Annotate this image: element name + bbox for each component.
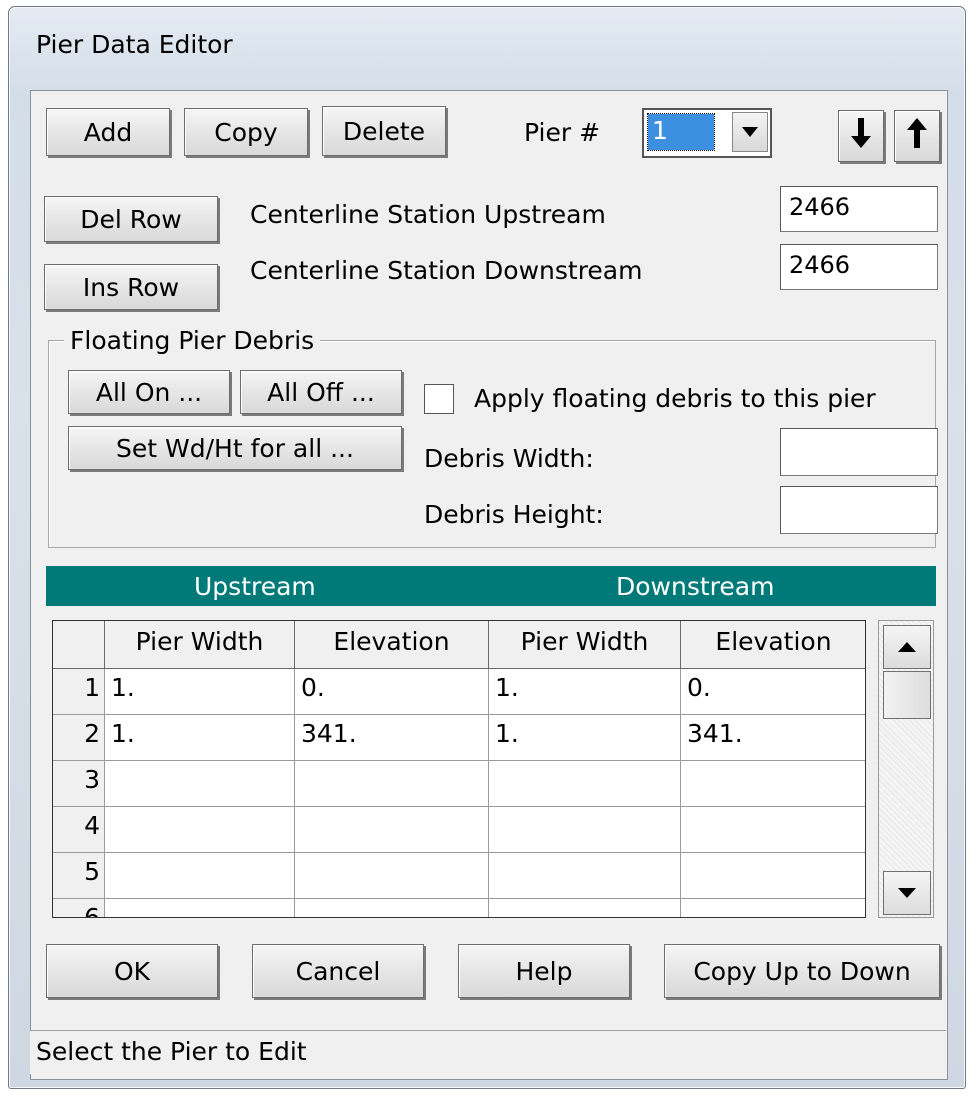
table-cell[interactable] [105, 761, 295, 807]
table-cell[interactable] [295, 899, 489, 917]
table-cell[interactable]: 1. [105, 715, 295, 761]
row-header[interactable]: 3 [53, 761, 105, 807]
table-cell[interactable] [681, 899, 865, 917]
scroll-thumb[interactable] [883, 671, 931, 719]
debris-width-field[interactable] [780, 428, 938, 476]
all-on-button[interactable]: All On ... [68, 370, 230, 414]
row-header[interactable]: 5 [53, 853, 105, 899]
table-cell[interactable] [489, 761, 681, 807]
centerline-upstream-field[interactable]: 2466 [780, 186, 938, 232]
row-header[interactable]: 4 [53, 807, 105, 853]
table-cell[interactable]: 1. [105, 669, 295, 715]
row-header[interactable]: 2 [53, 715, 105, 761]
status-bar: Select the Pier to Edit [30, 1030, 946, 1074]
table-cell[interactable] [105, 899, 295, 917]
table-cell[interactable]: 341. [295, 715, 489, 761]
copy-up-to-down-button[interactable]: Copy Up to Down [664, 944, 940, 998]
triangle-up-icon [898, 642, 916, 652]
debris-height-field[interactable] [780, 486, 938, 534]
table-cell[interactable] [295, 761, 489, 807]
delete-button[interactable]: Delete [322, 106, 446, 156]
set-wd-ht-for-all-button[interactable]: Set Wd/Ht for all ... [68, 426, 402, 470]
arrow-up-icon [906, 118, 928, 154]
apply-floating-debris-label: Apply floating debris to this pier [474, 384, 876, 413]
upstream-downstream-header: Upstream Downstream [46, 566, 936, 606]
add-button[interactable]: Add [46, 108, 170, 156]
centerline-downstream-label: Centerline Station Downstream [250, 256, 643, 285]
cancel-button[interactable]: Cancel [252, 944, 424, 998]
pier-data-table: Pier Width Elevation Pier Width Elevation 1 1… [52, 620, 866, 918]
table-scrollbar[interactable] [878, 620, 934, 918]
move-up-button[interactable] [894, 110, 940, 162]
column-header[interactable]: Pier Width [105, 621, 295, 669]
table-cell[interactable] [489, 899, 681, 917]
pier-number-label: Pier # [524, 118, 601, 147]
floating-pier-debris-title: Floating Pier Debris [64, 326, 321, 355]
table-cell[interactable]: 1. [489, 669, 681, 715]
ok-button[interactable]: OK [46, 944, 218, 998]
all-off-button[interactable]: All Off ... [240, 370, 402, 414]
column-header[interactable]: Elevation [295, 621, 489, 669]
table-cell[interactable] [681, 761, 865, 807]
table-cell[interactable] [105, 807, 295, 853]
table-cell[interactable] [295, 807, 489, 853]
scroll-down-button[interactable] [883, 871, 931, 915]
table-cell[interactable]: 341. [681, 715, 865, 761]
table-cell[interactable] [681, 807, 865, 853]
table-cell[interactable] [489, 807, 681, 853]
downstream-band-label: Downstream [616, 572, 775, 601]
row-header[interactable]: 1 [53, 669, 105, 715]
table-cell[interactable] [681, 853, 865, 899]
copy-button[interactable]: Copy [184, 108, 308, 156]
row-header[interactable]: 6 [53, 899, 105, 917]
table-cell[interactable] [489, 853, 681, 899]
table-cell[interactable]: 1. [489, 715, 681, 761]
pier-number-selected: 1 [647, 113, 715, 151]
debris-width-label: Debris Width: [424, 444, 594, 473]
pier-number-dropdown[interactable]: 1 [642, 108, 772, 158]
move-down-button[interactable] [838, 110, 884, 162]
chevron-down-icon[interactable] [732, 112, 768, 152]
triangle-down-icon [898, 888, 916, 898]
arrow-down-icon [850, 118, 872, 154]
centerline-upstream-label: Centerline Station Upstream [250, 200, 606, 229]
help-button[interactable]: Help [458, 944, 630, 998]
scroll-up-button[interactable] [883, 625, 931, 669]
del-row-button[interactable]: Del Row [44, 196, 218, 242]
table-corner [53, 621, 105, 669]
table-cell[interactable]: 0. [681, 669, 865, 715]
apply-floating-debris-checkbox[interactable] [424, 384, 454, 414]
upstream-band-label: Upstream [194, 572, 316, 601]
table-cell[interactable]: 0. [295, 669, 489, 715]
table-cell[interactable] [295, 853, 489, 899]
table-cell[interactable] [105, 853, 295, 899]
column-header[interactable]: Elevation [681, 621, 865, 669]
column-header[interactable]: Pier Width [489, 621, 681, 669]
centerline-downstream-field[interactable]: 2466 [780, 244, 938, 290]
ins-row-button[interactable]: Ins Row [44, 264, 218, 310]
debris-height-label: Debris Height: [424, 500, 604, 529]
window-title: Pier Data Editor [36, 30, 233, 59]
